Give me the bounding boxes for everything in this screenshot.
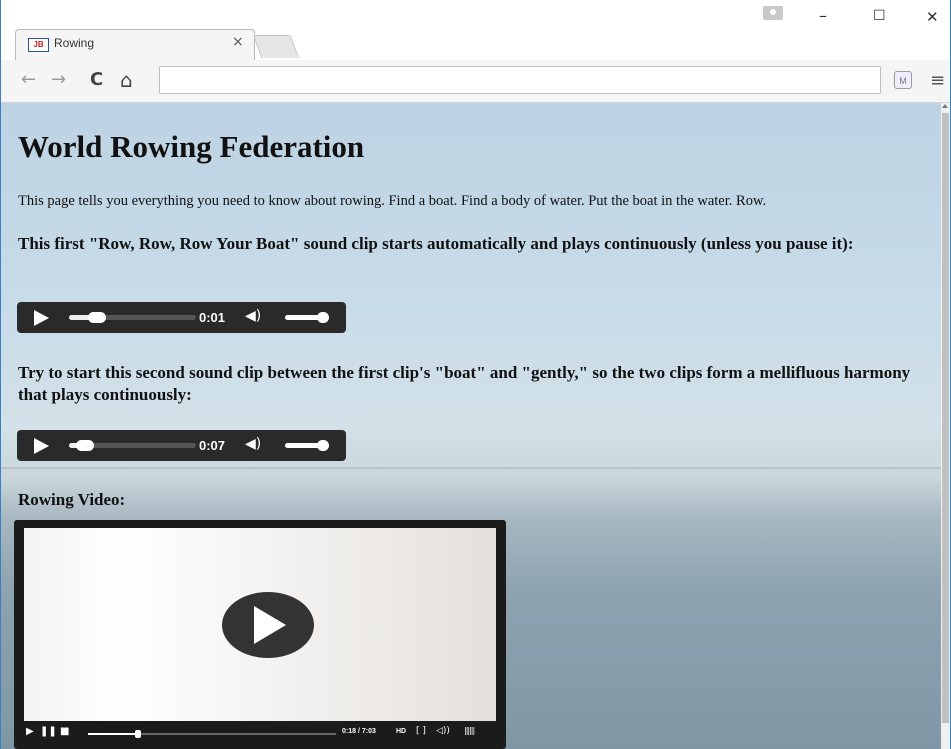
audio-time: 0:07 [199,438,226,453]
tab-close-icon[interactable]: × [232,34,244,50]
volume-level-icon[interactable]: |||||| [464,726,475,735]
browser-window: JB Rowing × – ☐ ✕ ← → C ⌂ M ≡ World Rowi… [0,0,951,749]
minimize-button[interactable]: – [819,6,827,25]
volume-slider[interactable] [285,440,329,451]
seek-bar[interactable] [69,440,196,451]
intro-text: This page tells you everything you need … [18,193,767,209]
hd-button[interactable]: HD [396,728,406,735]
video-seek-bar[interactable] [88,730,336,738]
video-label: Rowing Video: [18,490,126,509]
browser-tab[interactable]: JB Rowing × [15,29,255,60]
scrollbar-thumb[interactable] [942,113,949,723]
play-icon [254,606,286,644]
audio-player-1: 0:01 ◀) [17,302,346,333]
seek-bar[interactable] [69,312,196,323]
reload-icon[interactable]: C [90,70,103,90]
play-icon[interactable]: ▶ [26,726,34,737]
volume-handle[interactable] [317,440,329,451]
video-time: 0:18 / 7:03 [342,728,376,735]
volume-icon[interactable]: ◁)) [436,726,450,736]
home-icon[interactable]: ⌂ [120,70,133,90]
vertical-scrollbar[interactable] [941,103,950,749]
scroll-up-icon[interactable] [942,104,948,108]
sea-horizon [1,465,941,469]
browser-toolbar: ← → C ⌂ M ≡ [1,60,950,103]
seek-handle[interactable] [88,312,107,323]
stop-icon[interactable]: ■ [60,726,69,737]
video-controls: ▶ ❚❚ ■ 0:18 / 7:03 HD [ ] ◁)) |||||| [24,723,496,745]
close-button[interactable]: ✕ [926,8,939,26]
play-icon[interactable] [34,438,49,454]
volume-icon[interactable]: ◀) [245,308,261,324]
menu-icon[interactable]: ≡ [930,70,945,91]
audio-player-2: 0:07 ◀) [17,430,346,461]
title-bar: JB Rowing × – ☐ ✕ [1,0,950,60]
big-play-button[interactable] [222,592,314,658]
new-tab-button[interactable] [252,35,300,58]
extension-icon[interactable]: M [894,71,912,89]
volume-icon[interactable]: ◀) [245,436,261,452]
tab-title: Rowing [54,36,95,50]
video-seek-fill [88,733,138,735]
video-screen[interactable] [24,528,496,721]
user-profile-icon[interactable] [763,6,783,20]
forward-arrow-icon[interactable]: → [51,70,66,90]
play-icon[interactable] [34,310,49,326]
back-arrow-icon[interactable]: ← [21,70,36,90]
volume-slider[interactable] [285,312,329,323]
fullscreen-icon[interactable]: [ ] [416,726,426,736]
audio-time: 0:01 [199,310,226,325]
video-player: ▶ ❚❚ ■ 0:18 / 7:03 HD [ ] ◁)) |||||| [14,520,506,749]
page-content: World Rowing Federation This page tells … [1,103,941,749]
seek-handle[interactable] [75,440,94,451]
video-seek-handle[interactable] [134,730,141,738]
clip1-heading: This first "Row, Row, Row Your Boat" sou… [18,234,854,253]
volume-handle[interactable] [317,312,329,323]
favicon-icon: JB [28,38,49,52]
address-bar[interactable] [159,66,881,94]
pause-icon[interactable]: ❚❚ [40,726,57,737]
clip2-heading: Try to start this second sound clip betw… [18,363,911,404]
page-title: World Rowing Federation [18,129,365,164]
maximize-button[interactable]: ☐ [873,8,886,24]
